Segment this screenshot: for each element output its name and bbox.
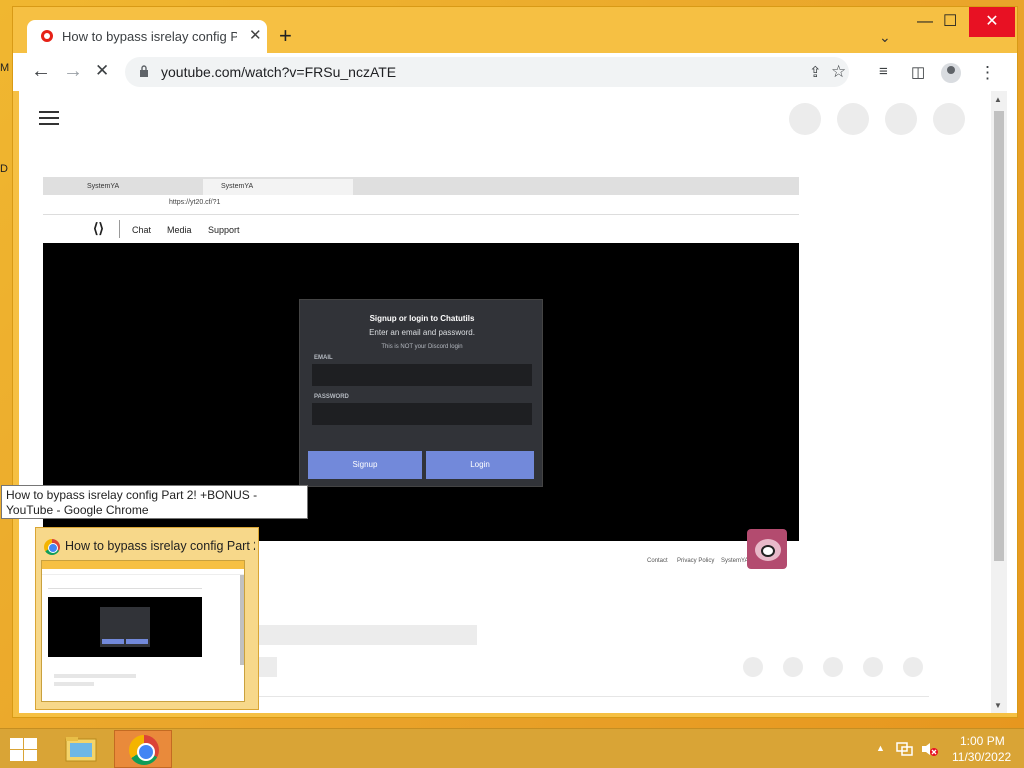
tab-close-icon[interactable]: ✕ (249, 26, 262, 44)
folder-icon (65, 737, 97, 762)
taskbar: ▲ 1:00 PM 11/30/2022 (0, 728, 1024, 768)
thumb-inner-browser (48, 575, 202, 589)
clock-time[interactable]: 1:00 PM (960, 734, 1005, 748)
network-icon[interactable] (896, 741, 914, 757)
desktop-icon-peek: D (0, 163, 8, 175)
recorded-tab: SystemYA (69, 179, 219, 195)
chrome-taskbar-button[interactable] (114, 730, 172, 768)
thumb-login (100, 607, 150, 647)
chrome-icon (129, 735, 159, 765)
thumb-skeleton (54, 674, 136, 678)
header-placeholder-button[interactable] (789, 103, 821, 135)
back-button[interactable]: ← (31, 60, 51, 82)
thumb-button (126, 639, 148, 644)
menu-hamburger-icon[interactable] (39, 111, 59, 125)
window-thumbnail[interactable] (41, 560, 245, 702)
action-skeleton (783, 657, 803, 677)
recorded-toolbar: https://yt20.cf/?1 (43, 195, 799, 215)
new-tab-button[interactable]: + (279, 24, 292, 48)
windows-logo-icon (10, 738, 23, 749)
thumb-video (48, 597, 202, 657)
recorded-footer-contact: Contact (647, 558, 668, 564)
browser-toolbar: ← → ✕ youtube.com/watch?v=FRSu_nczATE ⇪ … (13, 53, 1017, 91)
thumb-skeleton (54, 682, 94, 686)
side-panel-icon[interactable]: ◫ (911, 63, 925, 81)
youtube-favicon-icon (41, 30, 53, 42)
recorded-url: https://yt20.cf/?1 (169, 199, 221, 206)
thumb-tabbar (42, 561, 244, 569)
chrome-menu-icon[interactable]: ⋮ (979, 63, 996, 83)
scrollbar-thumb[interactable] (994, 111, 1004, 561)
login-button: Login (426, 451, 534, 479)
site-nav-chat: Chat (132, 225, 152, 235)
volume-muted-icon[interactable] (920, 741, 938, 757)
password-label: PASSWORD (314, 394, 349, 400)
tab-strip: How to bypass isrelay config Part 2! +BO… (13, 7, 1017, 54)
action-skeleton (903, 657, 923, 677)
header-placeholder-button[interactable] (885, 103, 917, 135)
maximize-button[interactable]: ☐ (943, 11, 957, 31)
taskbar-thumbnail-preview[interactable]: How to bypass isrelay config Part 2! +BO… (35, 527, 259, 710)
share-icon[interactable]: ⇪ (809, 63, 822, 81)
profile-avatar[interactable] (941, 63, 961, 83)
tab-title: How to bypass isrelay config Part 2! +BO… (62, 29, 237, 44)
signup-button: Signup (308, 451, 422, 479)
login-subtitle: Enter an email and password. (369, 328, 475, 337)
login-title: Signup or login to Chatutils (369, 314, 475, 323)
login-note: This is NOT your Discord login (381, 344, 463, 350)
windows-logo-icon (24, 738, 37, 749)
windows-logo-icon (10, 750, 23, 761)
recorded-footer-systemya: SystemYA (721, 558, 749, 564)
minimize-button[interactable]: — (917, 13, 933, 31)
site-nav-media: Media (167, 225, 192, 235)
recorded-tab: SystemYA (203, 179, 353, 195)
chrome-icon (44, 539, 60, 555)
taskbar-tooltip: How to bypass isrelay config Part 2! +BO… (1, 485, 308, 519)
email-label: EMAIL (314, 355, 333, 361)
thumb-button (102, 639, 124, 644)
lock-icon (140, 65, 148, 77)
header-placeholder-button[interactable] (837, 103, 869, 135)
thumb-scrollbar (240, 575, 244, 665)
login-dialog: Signup or login to Chatutils Enter an em… (299, 299, 543, 487)
windows-logo-icon (24, 750, 37, 761)
browser-tab-youtube[interactable]: How to bypass isrelay config Part 2! +BO… (27, 20, 267, 54)
password-field (312, 403, 532, 425)
recorded-tab-label: SystemYA (87, 183, 120, 190)
scroll-down-icon[interactable]: ▼ (994, 701, 1002, 710)
forward-button[interactable]: → (63, 60, 83, 82)
logo-divider (119, 220, 120, 238)
site-nav-support: Support (208, 225, 240, 235)
action-skeleton (863, 657, 883, 677)
bookmark-star-icon[interactable]: ☆ (831, 62, 846, 82)
preview-title: How to bypass isrelay config Part 2! +BO… (65, 539, 255, 553)
url-text: youtube.com/watch?v=FRSu_nczATE (161, 64, 397, 80)
scroll-up-icon[interactable]: ▲ (994, 95, 1002, 104)
channel-mascot-image (747, 529, 787, 569)
action-skeleton (743, 657, 763, 677)
site-logo-icon: ⟨⟩ (93, 220, 104, 236)
close-window-button[interactable]: ✕ (969, 7, 1015, 37)
recorded-tab-label: SystemYA (221, 183, 254, 190)
file-explorer-button[interactable] (60, 731, 104, 767)
desktop-icon-peek: M (0, 62, 10, 74)
tab-search-icon[interactable]: ⌄ (879, 29, 891, 46)
recorded-site-header: ⟨⟩ Chat Media Support (43, 215, 799, 243)
email-field (312, 364, 532, 386)
clock-date[interactable]: 11/30/2022 (952, 750, 1011, 764)
stop-loading-button[interactable]: ✕ (95, 60, 109, 82)
header-placeholder-button[interactable] (933, 103, 965, 135)
start-button[interactable] (8, 737, 38, 761)
action-skeleton (823, 657, 843, 677)
media-controls-icon[interactable]: ≡ (879, 63, 888, 80)
tray-overflow-icon[interactable]: ▲ (876, 743, 885, 753)
address-bar[interactable]: youtube.com/watch?v=FRSu_nczATE ⇪ ☆ (125, 57, 849, 87)
recorded-footer-privacy: Privacy Policy (677, 558, 715, 564)
recorded-tab-bar: SystemYA SystemYA (43, 177, 799, 195)
